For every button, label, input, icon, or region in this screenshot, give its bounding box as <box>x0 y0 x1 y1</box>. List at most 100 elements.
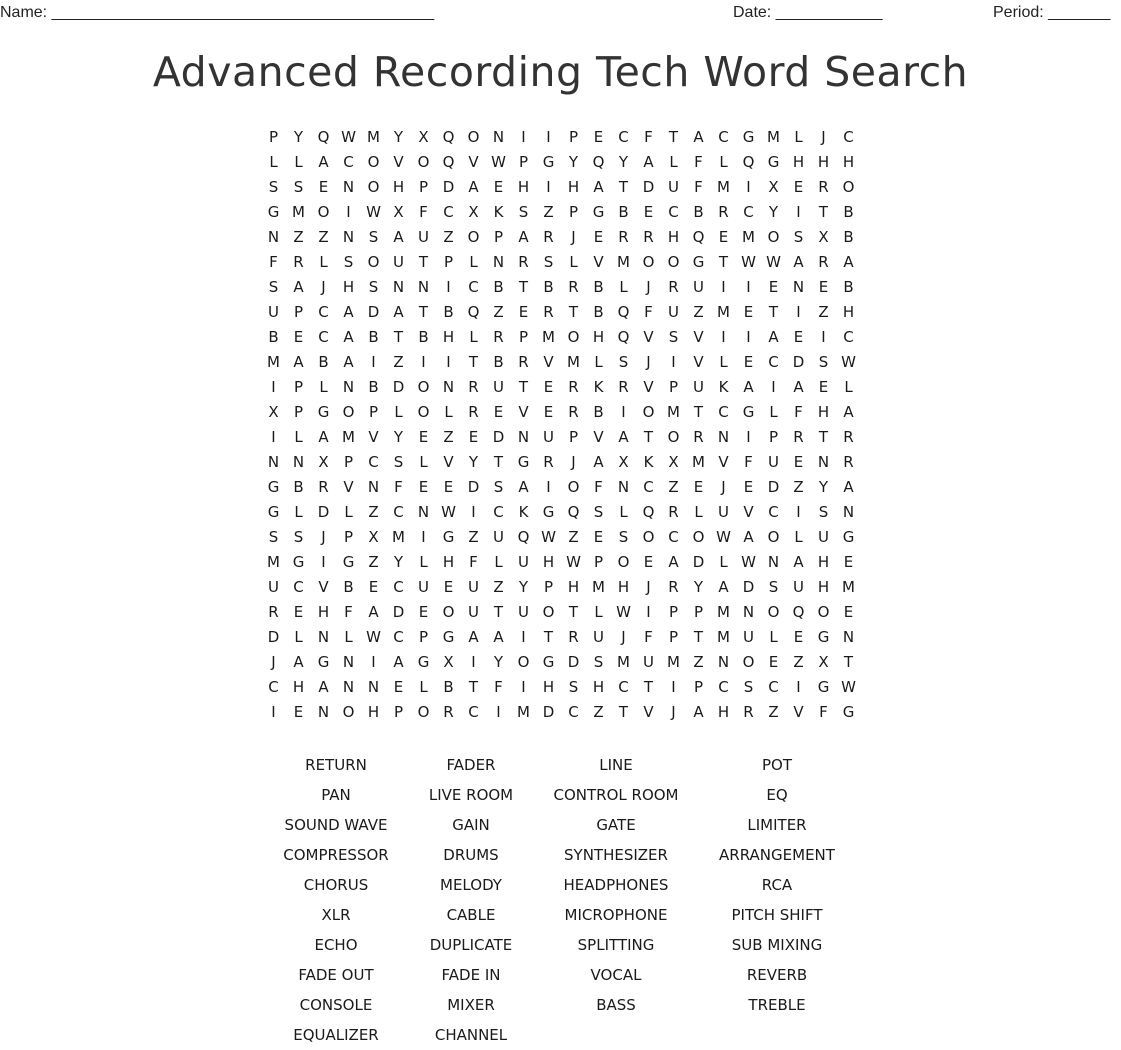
grid-letter[interactable]: O <box>336 699 361 724</box>
grid-letter[interactable]: L <box>336 624 361 649</box>
grid-letter[interactable]: R <box>311 474 336 499</box>
grid-letter[interactable]: E <box>411 474 436 499</box>
grid-letter[interactable]: P <box>661 624 686 649</box>
grid-letter[interactable]: B <box>486 274 511 299</box>
grid-letter[interactable]: M <box>736 224 761 249</box>
grid-letter[interactable]: Q <box>611 324 636 349</box>
grid-letter[interactable]: N <box>811 449 836 474</box>
grid-letter[interactable]: E <box>436 474 461 499</box>
grid-letter[interactable]: E <box>486 174 511 199</box>
grid-letter[interactable]: I <box>736 324 761 349</box>
grid-letter[interactable]: L <box>411 549 436 574</box>
grid-letter[interactable]: L <box>411 449 436 474</box>
grid-letter[interactable]: V <box>361 424 386 449</box>
grid-letter[interactable]: P <box>686 599 711 624</box>
grid-letter[interactable]: D <box>386 374 411 399</box>
grid-letter[interactable]: X <box>311 449 336 474</box>
grid-letter[interactable]: T <box>386 324 411 349</box>
grid-letter[interactable]: M <box>536 324 561 349</box>
grid-letter[interactable]: N <box>711 649 736 674</box>
grid-letter[interactable]: I <box>311 549 336 574</box>
grid-letter[interactable]: B <box>586 399 611 424</box>
grid-letter[interactable]: J <box>611 624 636 649</box>
grid-letter[interactable]: O <box>561 324 586 349</box>
grid-letter[interactable]: S <box>286 524 311 549</box>
grid-letter[interactable]: E <box>736 474 761 499</box>
grid-letter[interactable]: M <box>661 399 686 424</box>
grid-letter[interactable]: I <box>761 374 786 399</box>
grid-letter[interactable]: W <box>486 149 511 174</box>
grid-letter[interactable]: M <box>286 199 311 224</box>
grid-letter[interactable]: O <box>461 224 486 249</box>
grid-letter[interactable]: N <box>261 224 286 249</box>
grid-letter[interactable]: G <box>311 649 336 674</box>
grid-letter[interactable]: B <box>486 349 511 374</box>
grid-letter[interactable]: Z <box>486 299 511 324</box>
grid-letter[interactable]: A <box>786 549 811 574</box>
grid-letter[interactable]: Q <box>786 599 811 624</box>
grid-letter[interactable]: O <box>336 399 361 424</box>
grid-letter[interactable]: I <box>661 349 686 374</box>
grid-letter[interactable]: A <box>286 274 311 299</box>
grid-letter[interactable]: P <box>586 549 611 574</box>
grid-letter[interactable]: C <box>761 674 786 699</box>
grid-letter[interactable]: C <box>836 124 861 149</box>
grid-letter[interactable]: E <box>761 649 786 674</box>
grid-letter[interactable]: L <box>486 549 511 574</box>
grid-letter[interactable]: C <box>611 124 636 149</box>
grid-letter[interactable]: U <box>686 374 711 399</box>
grid-letter[interactable]: A <box>511 224 536 249</box>
grid-letter[interactable]: R <box>536 449 561 474</box>
grid-letter[interactable]: R <box>536 299 561 324</box>
grid-letter[interactable]: P <box>261 124 286 149</box>
grid-letter[interactable]: I <box>786 199 811 224</box>
grid-letter[interactable]: G <box>811 674 836 699</box>
grid-letter[interactable]: Z <box>386 349 411 374</box>
grid-letter[interactable]: C <box>461 699 486 724</box>
grid-letter[interactable]: I <box>511 124 536 149</box>
grid-letter[interactable]: G <box>536 649 561 674</box>
grid-letter[interactable]: O <box>661 249 686 274</box>
grid-letter[interactable]: Q <box>686 224 711 249</box>
grid-letter[interactable]: E <box>286 599 311 624</box>
grid-letter[interactable]: P <box>661 599 686 624</box>
grid-letter[interactable]: K <box>711 374 736 399</box>
grid-letter[interactable]: R <box>261 599 286 624</box>
grid-letter[interactable]: C <box>561 699 586 724</box>
grid-letter[interactable]: C <box>711 124 736 149</box>
grid-letter[interactable]: W <box>836 674 861 699</box>
grid-letter[interactable]: U <box>486 374 511 399</box>
grid-letter[interactable]: R <box>661 499 686 524</box>
grid-letter[interactable]: N <box>336 649 361 674</box>
grid-letter[interactable]: Q <box>311 124 336 149</box>
grid-letter[interactable]: E <box>836 599 861 624</box>
grid-letter[interactable]: I <box>786 499 811 524</box>
grid-letter[interactable]: L <box>311 374 336 399</box>
grid-letter[interactable]: J <box>636 574 661 599</box>
grid-letter[interactable]: A <box>586 449 611 474</box>
grid-letter[interactable]: A <box>786 249 811 274</box>
grid-letter[interactable]: V <box>686 324 711 349</box>
grid-letter[interactable]: G <box>436 524 461 549</box>
grid-letter[interactable]: Q <box>561 499 586 524</box>
grid-letter[interactable]: K <box>511 499 536 524</box>
grid-letter[interactable]: Y <box>811 474 836 499</box>
grid-letter[interactable]: R <box>461 399 486 424</box>
grid-letter[interactable]: N <box>711 424 736 449</box>
grid-letter[interactable]: M <box>711 599 736 624</box>
grid-letter[interactable]: C <box>761 349 786 374</box>
grid-letter[interactable]: A <box>386 224 411 249</box>
grid-letter[interactable]: P <box>561 199 586 224</box>
grid-letter[interactable]: F <box>686 149 711 174</box>
grid-letter[interactable]: Q <box>511 524 536 549</box>
grid-letter[interactable]: A <box>336 349 361 374</box>
grid-letter[interactable]: I <box>536 174 561 199</box>
grid-letter[interactable]: G <box>261 199 286 224</box>
grid-letter[interactable]: V <box>436 449 461 474</box>
grid-letter[interactable]: B <box>611 199 636 224</box>
grid-letter[interactable]: Z <box>361 499 386 524</box>
grid-letter[interactable]: H <box>361 699 386 724</box>
grid-letter[interactable]: O <box>761 524 786 549</box>
grid-letter[interactable]: O <box>811 599 836 624</box>
grid-letter[interactable]: C <box>286 574 311 599</box>
